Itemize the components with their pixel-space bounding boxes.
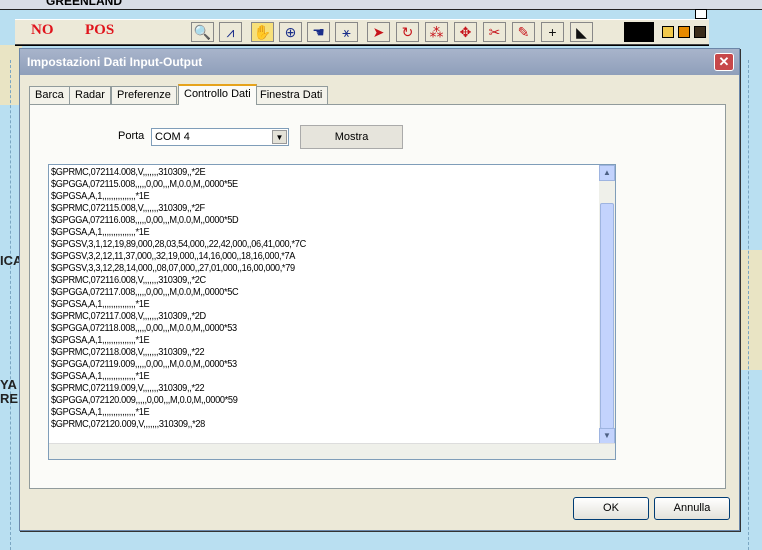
log-line: $GPGSA,A,1,,,,,,,,,,,,,,,*1E [51,371,150,382]
log-line: $GPGGA,072115.008,,,,,0,00,,,M,0.0,M,,00… [51,179,238,190]
log-line: $GPGGA,072116.008,,,,,0,00,,,M,0.0,M,,00… [51,215,239,226]
display-swatch [624,22,654,42]
plus-icon[interactable]: + [541,22,564,42]
log-line: $GPGSA,A,1,,,,,,,,,,,,,,,*1E [51,335,150,346]
ok-button[interactable]: OK [573,497,649,520]
log-line: $GPGGA,072118.008,,,,,0,00,,,M,0.0,M,,00… [51,323,237,334]
log-line: $GPGSA,A,1,,,,,,,,,,,,,,,*1E [51,227,150,238]
horizontal-scrollbar[interactable] [49,443,615,459]
cut-icon[interactable]: ✂ [483,22,506,42]
map-gridline [10,60,11,550]
map-land [738,250,762,370]
status-pos: POS [85,22,115,38]
waypoint-icon[interactable]: ⁂ [425,22,448,42]
tab-radar[interactable]: Radar [69,86,111,104]
mostra-button[interactable]: Mostra [300,125,403,149]
map-top-strip: GREENLAND [0,0,762,10]
log-line: $GPGSV,3,1,12,19,89,000,28,03,54,000,,22… [51,239,306,250]
profile-icon[interactable]: ◣ [570,22,593,42]
day-mode-icon[interactable] [662,26,674,38]
close-button[interactable]: ✕ [714,53,734,71]
log-line: $GPGSV,3,2,12,11,37,000,,32,19,000,,14,1… [51,251,296,262]
compass-icon[interactable]: ⩘ [219,22,242,42]
log-line: $GPRMC,072116.008,V,,,,,,,310309,,*2C [51,275,206,286]
tab-preferenze[interactable]: Preferenze [111,86,177,104]
pan-hand-icon[interactable]: ☚ [307,22,330,42]
porta-value: COM 4 [155,131,190,143]
log-line: $GPGSA,A,1,,,,,,,,,,,,,,,*1E [51,299,150,310]
scroll-down-icon[interactable]: ▼ [599,428,615,444]
route-icon[interactable]: ⚹ [335,22,358,42]
chevron-down-icon[interactable]: ▼ [272,130,287,144]
move-icon[interactable]: ✥ [454,22,477,42]
vertical-scrollbar[interactable]: ▲ ▼ [599,165,615,444]
tab-barca[interactable]: Barca [29,86,70,104]
map-label: YA [0,377,17,392]
dialog-titlebar[interactable]: Impostazioni Dati Input-Output ✕ [20,49,739,75]
zoom-icon[interactable]: 🔍 [191,22,214,42]
log-line: $GPGGA,072117.008,,,,,0,00,,,M,0.0,M,,00… [51,287,239,298]
hand-icon[interactable]: ✋ [251,22,274,42]
scroll-thumb[interactable] [600,203,614,429]
log-line: $GPRMC,072115.008,V,,,,,,,310309,,*2F [51,203,205,214]
log-line: $GPRMC,072114.008,V,,,,,,,310309,,*2E [51,167,206,178]
night-mode-icon[interactable] [694,26,706,38]
pencil-icon[interactable]: ✎ [512,22,535,42]
log-line: $GPGGA,072120.009,,,,,0,00,,,M,0.0,M,,00… [51,395,238,406]
main-toolbar: NO POS 🔍 ⩘ ✋ ⊕ ☚ ⚹ ➤ ↻ ⁂ ✥ ✂ ✎ + ◣ [15,19,709,45]
restore-button[interactable] [695,9,707,19]
scroll-up-icon[interactable]: ▲ [599,165,615,181]
log-line: $GPRMC,072120.009,V,,,,,,,310309,,*28 [51,419,205,430]
log-line: $GPGGA,072119.009,,,,,0,00,,,M,0.0,M,,00… [51,359,237,370]
dusk-mode-icon[interactable] [678,26,690,38]
tab-controllo-dati[interactable]: Controllo Dati [178,84,257,105]
log-lines: $GPRMC,072114.008,V,,,,,,,310309,,*2E $G… [51,167,599,431]
crosshair-icon[interactable]: ⊕ [279,22,302,42]
map-label: RE [0,391,19,406]
dialog-title: Impostazioni Dati Input-Output [27,55,203,69]
log-line: $GPRMC,072118.008,V,,,,,,,310309,,*22 [51,347,205,358]
rotate-icon[interactable]: ↻ [396,22,419,42]
map-label-greenland: GREENLAND [46,0,123,8]
tab-finestra-dati[interactable]: Finestra Dati [254,86,329,104]
log-line: $GPGSA,A,1,,,,,,,,,,,,,,,*1E [51,407,150,418]
log-line: $GPGSV,3,3,12,28,14,000,,08,07,000,,27,0… [51,263,295,274]
log-line: $GPRMC,072119.009,V,,,,,,,310309,,*22 [51,383,205,394]
status-no: NO [31,22,54,38]
map-gridline [748,60,749,550]
cancel-button[interactable]: Annulla [654,497,730,520]
porta-label: Porta [118,130,145,142]
pointer-icon[interactable]: ➤ [367,22,390,42]
porta-select[interactable]: COM 4 ▼ [151,128,289,146]
log-line: $GPGSA,A,1,,,,,,,,,,,,,,,*1E [51,191,150,202]
log-line: $GPRMC,072117.008,V,,,,,,,310309,,*2D [51,311,206,322]
nmea-log-textarea[interactable]: $GPRMC,072114.008,V,,,,,,,310309,,*2E $G… [48,164,616,460]
